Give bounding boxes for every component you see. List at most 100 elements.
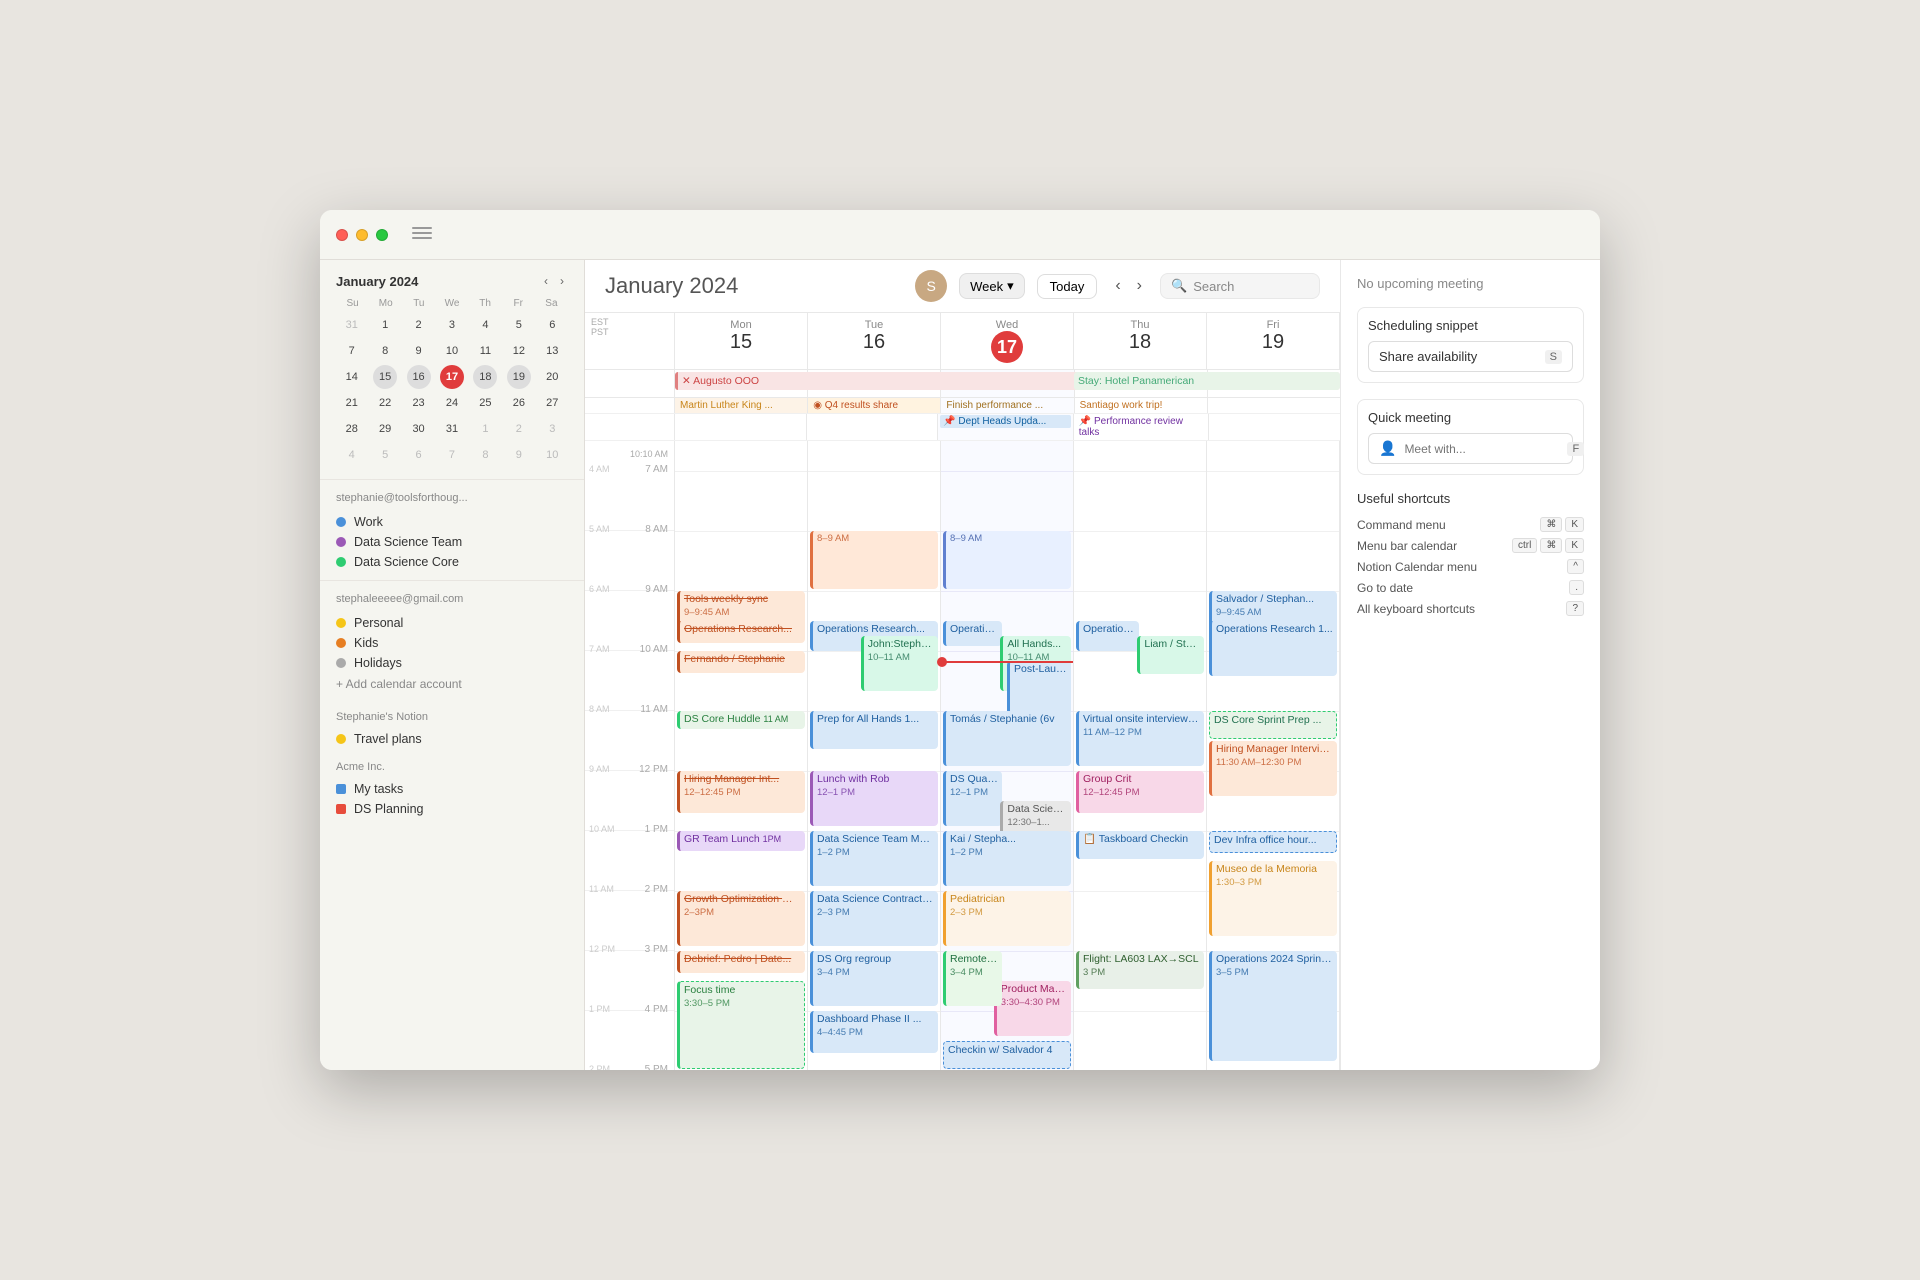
event-remote-visit[interactable]: Remote visit ... 3–4 PM (943, 951, 1002, 1006)
event-taskboard[interactable]: 📋 Taskboard Checkin (1076, 831, 1204, 859)
mini-cal-day[interactable]: 8 (473, 443, 497, 467)
all-day-event-hotel[interactable]: Stay: Hotel Panamerican (1074, 372, 1340, 390)
cal-grid-scroll[interactable]: 10:10 AM 7 AM 4 AM 8 AM 5 AM 9 AM 6 AM (585, 441, 1340, 1070)
mini-cal-day[interactable]: 1 (373, 313, 397, 337)
next-arrow[interactable]: › (1131, 275, 1148, 297)
santiago-event[interactable]: Santiago work trip! (1077, 399, 1205, 412)
mlk-event[interactable]: Martin Luther King ... (677, 399, 805, 412)
mini-cal-day[interactable]: 30 (407, 417, 431, 441)
event-lunch-rob[interactable]: Lunch with Rob 12–1 PM (810, 771, 938, 826)
mini-cal-day[interactable]: 2 (407, 313, 431, 337)
mini-cal-day[interactable]: 13 (540, 339, 564, 363)
day-header-mon[interactable]: Mon 15 (675, 313, 808, 369)
mini-cal-today[interactable]: 17 (440, 365, 464, 389)
mini-cal-day[interactable]: 20 (540, 365, 564, 389)
maximize-button[interactable] (376, 229, 388, 241)
mini-cal-day[interactable]: 31 (440, 417, 464, 441)
search-bar[interactable]: 🔍 Search (1160, 273, 1320, 299)
mini-cal-day[interactable]: 7 (440, 443, 464, 467)
event-liam[interactable]: Liam / Stephanie wee... (1137, 636, 1204, 674)
event-post-launch[interactable]: Post-Launc... (1007, 661, 1071, 716)
event-gr-lunch[interactable]: GR Team Lunch 1PM (677, 831, 805, 851)
event-ds-team-meets[interactable]: Data Science Team Meets 1–2 PM (810, 831, 938, 886)
mini-cal-day[interactable]: 7 (340, 339, 364, 363)
user-avatar[interactable]: S (915, 270, 947, 302)
calendar-holidays[interactable]: Holidays (336, 653, 568, 673)
sidebar-toggle[interactable] (412, 227, 432, 243)
mini-cal-next[interactable]: › (556, 272, 568, 290)
day-header-thu[interactable]: Thu 18 (1074, 313, 1207, 369)
mini-cal-day[interactable]: 18 (473, 365, 497, 389)
event-ops-thu[interactable]: Operations Research... (1076, 621, 1139, 651)
prev-arrow[interactable]: ‹ (1109, 275, 1126, 297)
mini-cal-day[interactable]: 31 (340, 313, 364, 337)
day-header-tue[interactable]: Tue 16 (808, 313, 941, 369)
minimize-button[interactable] (356, 229, 368, 241)
dept-heads-event[interactable]: 📌 Dept Heads Upda... (940, 415, 1071, 428)
event-kai-stepha[interactable]: Kai / Stepha... 1–2 PM (943, 831, 1071, 886)
event-tue-8am[interactable]: 8–9 AM (810, 531, 938, 589)
mini-cal-day[interactable]: 24 (440, 391, 464, 415)
mini-cal-day[interactable]: 1 (473, 417, 497, 441)
event-hiring-mon[interactable]: Hiring Manager Int... 12–12:45 PM (677, 771, 805, 813)
event-prep-allhands[interactable]: Prep for All Hands 1... (810, 711, 938, 749)
event-flight[interactable]: Flight: LA603 LAX→SCL 3 PM (1076, 951, 1204, 989)
mini-cal-day[interactable]: 8 (373, 339, 397, 363)
event-dev-infra[interactable]: Dev Infra office hour... (1209, 831, 1337, 853)
event-debrief[interactable]: Debrief: Pedro | Date... (677, 951, 805, 973)
mini-cal-day[interactable]: 5 (373, 443, 397, 467)
event-john-stephanie[interactable]: John:Stephanie Coffee Chat 10–11 AM (861, 636, 938, 691)
event-ops-fri[interactable]: Operations Research 1... (1209, 621, 1337, 676)
mini-cal-day[interactable]: 4 (340, 443, 364, 467)
calendar-work[interactable]: Work (336, 512, 568, 532)
mini-cal-day[interactable]: 9 (407, 339, 431, 363)
mini-cal-day[interactable]: 9 (507, 443, 531, 467)
mini-cal-day[interactable]: 6 (407, 443, 431, 467)
event-pediatrician[interactable]: Pediatrician 2–3 PM (943, 891, 1071, 946)
mini-cal-prev[interactable]: ‹ (540, 272, 552, 290)
mini-cal-day[interactable]: 15 (373, 365, 397, 389)
day-header-wed[interactable]: Wed 17 (941, 313, 1074, 369)
mini-cal-day[interactable]: 2 (507, 417, 531, 441)
mini-cal-day[interactable]: 4 (473, 313, 497, 337)
event-product-mktg[interactable]: Product Marketing ... 3:30–4:30 PM (994, 981, 1071, 1036)
mini-cal-day[interactable]: 12 (507, 339, 531, 363)
calendar-ds-core[interactable]: Data Science Core (336, 552, 568, 572)
event-ds-contractor[interactable]: Data Science Contractor Intake: ... 2–3 … (810, 891, 938, 946)
event-growth[interactable]: Growth Optimization Weekly 2–3PM (677, 891, 805, 946)
mini-cal-day[interactable]: 10 (540, 443, 564, 467)
event-ds-quarterly[interactable]: DS Quarterly Outreach 12–1 PM (943, 771, 1002, 826)
meet-with-input[interactable] (1404, 442, 1559, 456)
view-selector[interactable]: Week ▾ (959, 273, 1025, 299)
mini-cal-day[interactable]: 25 (473, 391, 497, 415)
calendar-ds-planning[interactable]: DS Planning (336, 799, 568, 819)
event-ds-org[interactable]: DS Org regroup 3–4 PM (810, 951, 938, 1006)
day-header-fri[interactable]: Fri 19 (1207, 313, 1340, 369)
mini-cal-day[interactable]: 3 (540, 417, 564, 441)
mini-cal-day[interactable]: 29 (373, 417, 397, 441)
mini-cal-day[interactable]: 5 (507, 313, 531, 337)
event-hiring-fri[interactable]: Hiring Manager Interview: Gui ... 11:30 … (1209, 741, 1337, 796)
mini-cal-day[interactable]: 10 (440, 339, 464, 363)
mini-cal-day[interactable]: 16 (407, 365, 431, 389)
calendar-kids[interactable]: Kids (336, 633, 568, 653)
event-checkin-salvador[interactable]: Checkin w/ Salvador 4 (943, 1041, 1071, 1069)
mini-cal-day[interactable]: 14 (340, 365, 364, 389)
today-button[interactable]: Today (1037, 274, 1098, 299)
meet-input[interactable]: 👤 F (1368, 433, 1573, 464)
q4-event[interactable]: ◉ Q4 results share (810, 399, 938, 412)
event-wed-8am[interactable]: 8–9 AM (943, 531, 1071, 589)
finish-perf-event[interactable]: Finish performance ... (943, 399, 1071, 412)
add-calendar-btn[interactable]: + Add calendar account (336, 673, 568, 695)
mini-cal-day[interactable]: 21 (340, 391, 364, 415)
mini-cal-day[interactable]: 28 (340, 417, 364, 441)
calendar-ds-team[interactable]: Data Science Team (336, 532, 568, 552)
mini-cal-day[interactable]: 11 (473, 339, 497, 363)
event-virtual-onsite[interactable]: Virtual onsite interview: Pedro ... 11 A… (1076, 711, 1204, 766)
mini-cal-day[interactable]: 6 (540, 313, 564, 337)
mini-cal-day[interactable]: 19 (507, 365, 531, 389)
event-ops-2024[interactable]: Operations 2024 Sprint Planning 3–5 PM (1209, 951, 1337, 1061)
mini-cal-day[interactable]: 26 (507, 391, 531, 415)
mini-cal-day[interactable]: 27 (540, 391, 564, 415)
event-focus[interactable]: Focus time 3:30–5 PM (677, 981, 805, 1069)
